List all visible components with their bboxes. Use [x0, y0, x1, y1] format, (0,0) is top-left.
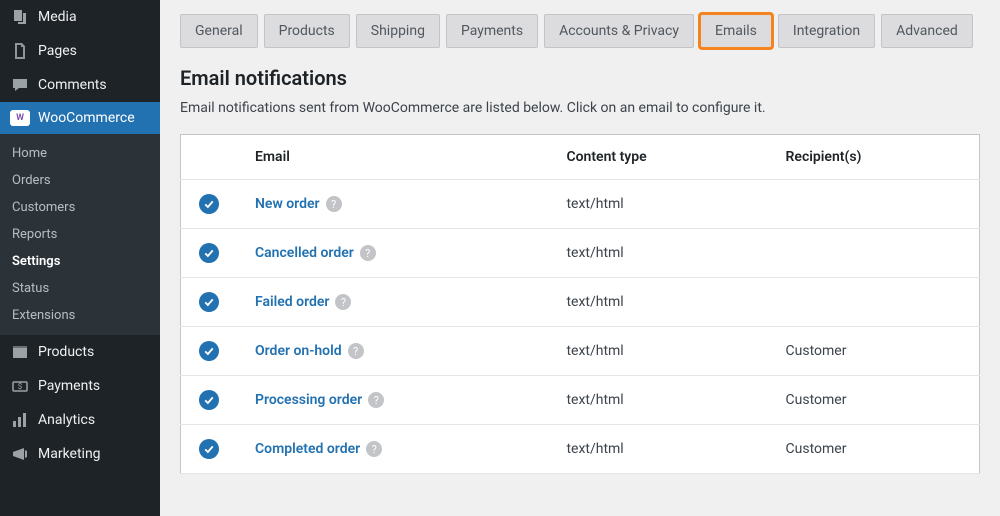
- section-description: Email notifications sent from WooCommerc…: [180, 100, 980, 116]
- email-link[interactable]: Processing order: [255, 392, 362, 408]
- submenu-customers[interactable]: Customers: [0, 194, 160, 221]
- status-cell: [181, 180, 238, 229]
- media-icon: [10, 8, 30, 26]
- tab-emails[interactable]: Emails: [700, 14, 772, 48]
- status-cell: [181, 425, 238, 474]
- status-enabled-icon: [199, 194, 219, 214]
- content-type-cell: text/html: [548, 229, 767, 278]
- status-cell: [181, 376, 238, 425]
- woocommerce-submenu: Home Orders Customers Reports Settings S…: [0, 134, 160, 335]
- recipients-cell: [768, 278, 980, 327]
- sidebar-item-label: WooCommerce: [38, 110, 135, 126]
- tab-products[interactable]: Products: [264, 14, 350, 48]
- col-header-content-type: Content type: [548, 135, 767, 180]
- submenu-home[interactable]: Home: [0, 140, 160, 167]
- sidebar-item-label: Payments: [38, 378, 100, 394]
- email-name-cell: Order on-hold?: [237, 327, 548, 376]
- help-icon[interactable]: ?: [326, 196, 342, 212]
- sidebar-item-label: Media: [38, 9, 77, 25]
- email-link[interactable]: New order: [255, 196, 320, 212]
- table-row: Cancelled order?text/html: [181, 229, 980, 278]
- sidebar-item-woocommerce[interactable]: W WooCommerce: [0, 102, 160, 134]
- products-icon: [10, 343, 30, 361]
- sidebar-item-products[interactable]: Products: [0, 335, 160, 369]
- sidebar-item-pages[interactable]: Pages: [0, 34, 160, 68]
- sidebar-item-label: Comments: [38, 77, 107, 93]
- tab-integration[interactable]: Integration: [778, 14, 875, 48]
- recipients-cell: Customer: [768, 376, 980, 425]
- help-icon[interactable]: ?: [335, 294, 351, 310]
- submenu-settings[interactable]: Settings: [0, 248, 160, 275]
- sidebar-item-analytics[interactable]: Analytics: [0, 403, 160, 437]
- status-enabled-icon: [199, 439, 219, 459]
- sidebar-item-label: Products: [38, 344, 94, 360]
- submenu-orders[interactable]: Orders: [0, 167, 160, 194]
- help-icon[interactable]: ?: [360, 245, 376, 261]
- content-type-cell: text/html: [548, 327, 767, 376]
- submenu-status[interactable]: Status: [0, 275, 160, 302]
- email-link[interactable]: Failed order: [255, 294, 329, 310]
- status-enabled-icon: [199, 243, 219, 263]
- email-link[interactable]: Order on-hold: [255, 343, 342, 359]
- settings-tabs: General Products Shipping Payments Accou…: [180, 14, 980, 48]
- tab-advanced[interactable]: Advanced: [881, 14, 973, 48]
- tab-accounts-privacy[interactable]: Accounts & Privacy: [544, 14, 694, 48]
- status-cell: [181, 229, 238, 278]
- col-header-status: [181, 135, 238, 180]
- table-row: Order on-hold?text/htmlCustomer: [181, 327, 980, 376]
- email-name-cell: Cancelled order?: [237, 229, 548, 278]
- svg-text:$: $: [18, 382, 23, 391]
- content-type-cell: text/html: [548, 180, 767, 229]
- help-icon[interactable]: ?: [368, 392, 384, 408]
- recipients-cell: Customer: [768, 327, 980, 376]
- sidebar-item-marketing[interactable]: Marketing: [0, 437, 160, 471]
- submenu-extensions[interactable]: Extensions: [0, 302, 160, 329]
- table-row: Processing order?text/htmlCustomer: [181, 376, 980, 425]
- sidebar-item-label: Pages: [38, 43, 77, 59]
- help-icon[interactable]: ?: [348, 343, 364, 359]
- email-name-cell: New order?: [237, 180, 548, 229]
- status-enabled-icon: [199, 390, 219, 410]
- email-name-cell: Failed order?: [237, 278, 548, 327]
- tab-general[interactable]: General: [180, 14, 258, 48]
- table-row: Failed order?text/html: [181, 278, 980, 327]
- marketing-icon: [10, 445, 30, 463]
- email-link[interactable]: Completed order: [255, 441, 360, 457]
- submenu-reports[interactable]: Reports: [0, 221, 160, 248]
- payments-icon: $: [10, 377, 30, 395]
- sidebar-item-label: Analytics: [38, 412, 95, 428]
- col-header-recipients: Recipient(s): [768, 135, 980, 180]
- woocommerce-icon: W: [10, 110, 30, 126]
- sidebar-item-label: Marketing: [38, 446, 101, 462]
- sidebar-item-payments[interactable]: $ Payments: [0, 369, 160, 403]
- email-link[interactable]: Cancelled order: [255, 245, 354, 261]
- table-row: New order?text/html: [181, 180, 980, 229]
- content-type-cell: text/html: [548, 278, 767, 327]
- sidebar-item-media[interactable]: Media: [0, 0, 160, 34]
- table-row: Completed order?text/htmlCustomer: [181, 425, 980, 474]
- help-icon[interactable]: ?: [366, 441, 382, 457]
- tab-shipping[interactable]: Shipping: [356, 14, 440, 48]
- analytics-icon: [10, 411, 30, 429]
- settings-content: General Products Shipping Payments Accou…: [160, 0, 1000, 516]
- pages-icon: [10, 42, 30, 60]
- content-type-cell: text/html: [548, 376, 767, 425]
- email-name-cell: Processing order?: [237, 376, 548, 425]
- tab-payments[interactable]: Payments: [446, 14, 538, 48]
- email-name-cell: Completed order?: [237, 425, 548, 474]
- recipients-cell: [768, 229, 980, 278]
- email-table: Email Content type Recipient(s) New orde…: [180, 134, 980, 474]
- admin-sidebar: Media Pages Comments W WooCommerce Home …: [0, 0, 160, 516]
- status-enabled-icon: [199, 292, 219, 312]
- status-enabled-icon: [199, 341, 219, 361]
- status-cell: [181, 327, 238, 376]
- content-type-cell: text/html: [548, 425, 767, 474]
- section-title: Email notifications: [180, 66, 980, 90]
- recipients-cell: Customer: [768, 425, 980, 474]
- recipients-cell: [768, 180, 980, 229]
- col-header-email: Email: [237, 135, 548, 180]
- comments-icon: [10, 76, 30, 94]
- sidebar-item-comments[interactable]: Comments: [0, 68, 160, 102]
- status-cell: [181, 278, 238, 327]
